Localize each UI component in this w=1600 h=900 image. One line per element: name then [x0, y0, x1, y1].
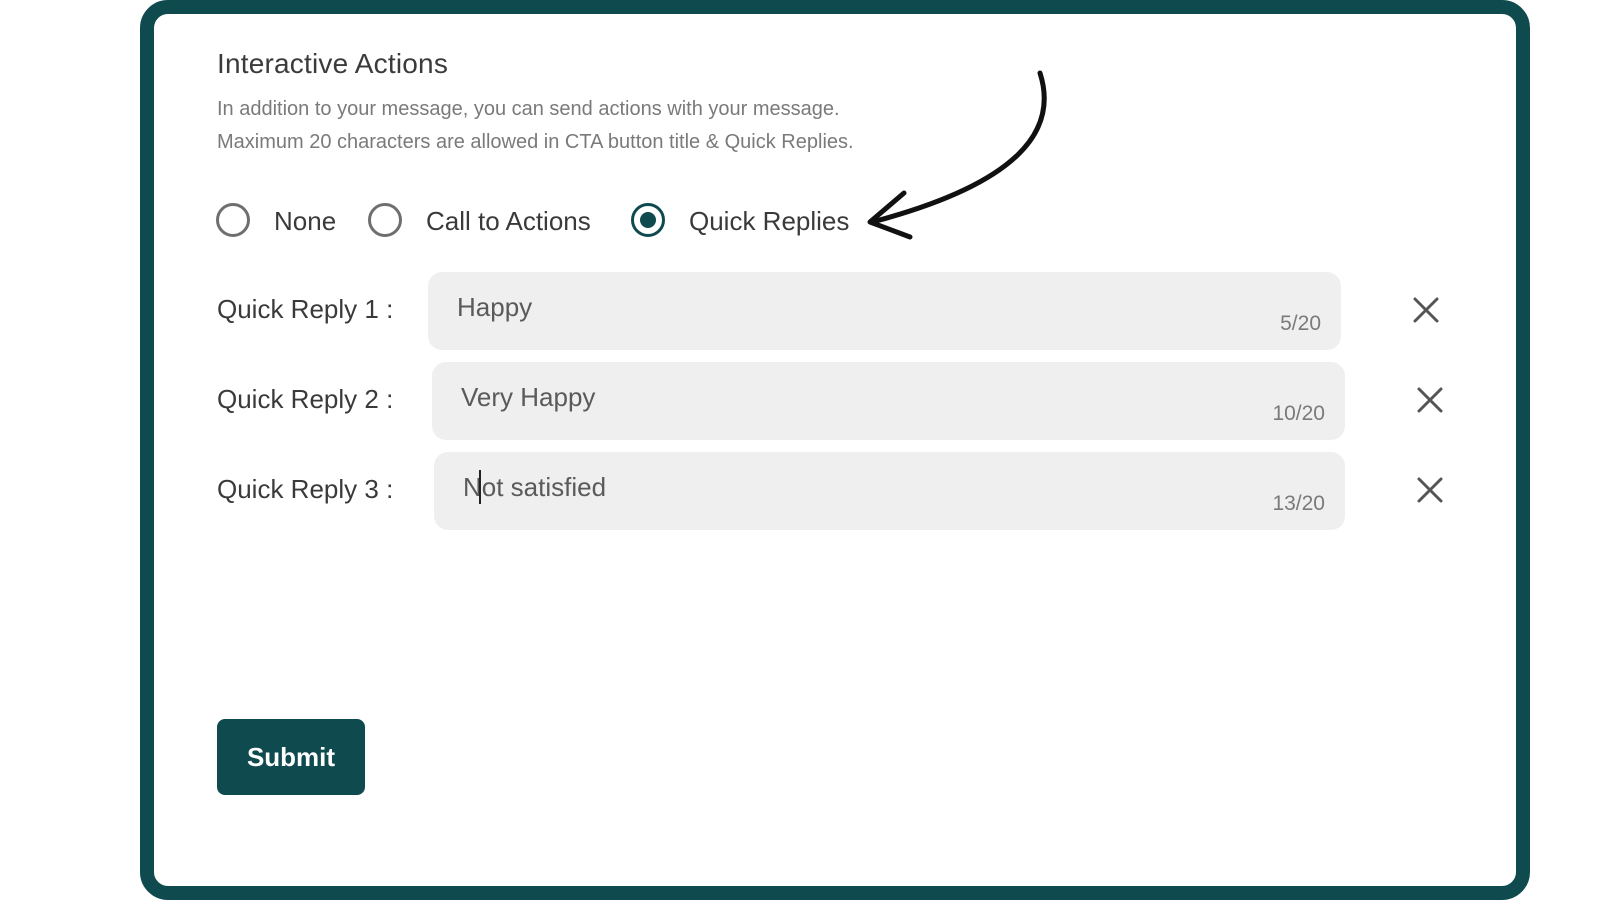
submit-button[interactable]: Submit	[217, 719, 365, 795]
quick-reply-row-3: Quick Reply 3 : Not satisfied 13/20	[0, 452, 1600, 532]
quick-reply-input-1[interactable]: Happy 5/20	[428, 272, 1341, 350]
quick-reply-input-3[interactable]: Not satisfied 13/20	[434, 452, 1345, 530]
text-cursor	[479, 470, 481, 504]
quick-reply-value-2: Very Happy	[461, 382, 596, 412]
quick-reply-value-3: Not satisfied	[463, 472, 607, 502]
radio-circle	[216, 203, 250, 237]
radio-label-none: None	[274, 206, 337, 236]
section-description-line-2: Maximum 20 characters are allowed in CTA…	[217, 131, 854, 153]
radio-circle-selected	[631, 203, 665, 237]
section-description-line-1: In addition to your message, you can sen…	[217, 98, 840, 120]
radio-label-call-to-actions: Call to Actions	[426, 206, 591, 236]
quick-reply-label-2: Quick Reply 2 :	[217, 384, 394, 414]
radio-label-quick-replies: Quick Replies	[689, 206, 850, 236]
quick-reply-row-1: Quick Reply 1 : Happy 5/20	[0, 272, 1600, 352]
character-counter-1: 5/20	[1280, 312, 1321, 335]
quick-reply-label-3: Quick Reply 3 :	[217, 474, 394, 504]
radio-circle	[368, 203, 402, 237]
close-icon[interactable]	[1410, 470, 1450, 510]
curved-arrow-icon	[867, 70, 1047, 240]
quick-reply-value-1: Happy	[457, 292, 533, 322]
quick-reply-label-1: Quick Reply 1 :	[217, 294, 394, 324]
quick-reply-row-2: Quick Reply 2 : Very Happy 10/20	[0, 362, 1600, 442]
close-icon[interactable]	[1410, 380, 1450, 420]
character-counter-2: 10/20	[1272, 402, 1325, 425]
section-title: Interactive Actions	[217, 48, 449, 79]
close-icon[interactable]	[1406, 290, 1446, 330]
quick-reply-input-2[interactable]: Very Happy 10/20	[432, 362, 1345, 440]
character-counter-3: 13/20	[1272, 492, 1325, 515]
